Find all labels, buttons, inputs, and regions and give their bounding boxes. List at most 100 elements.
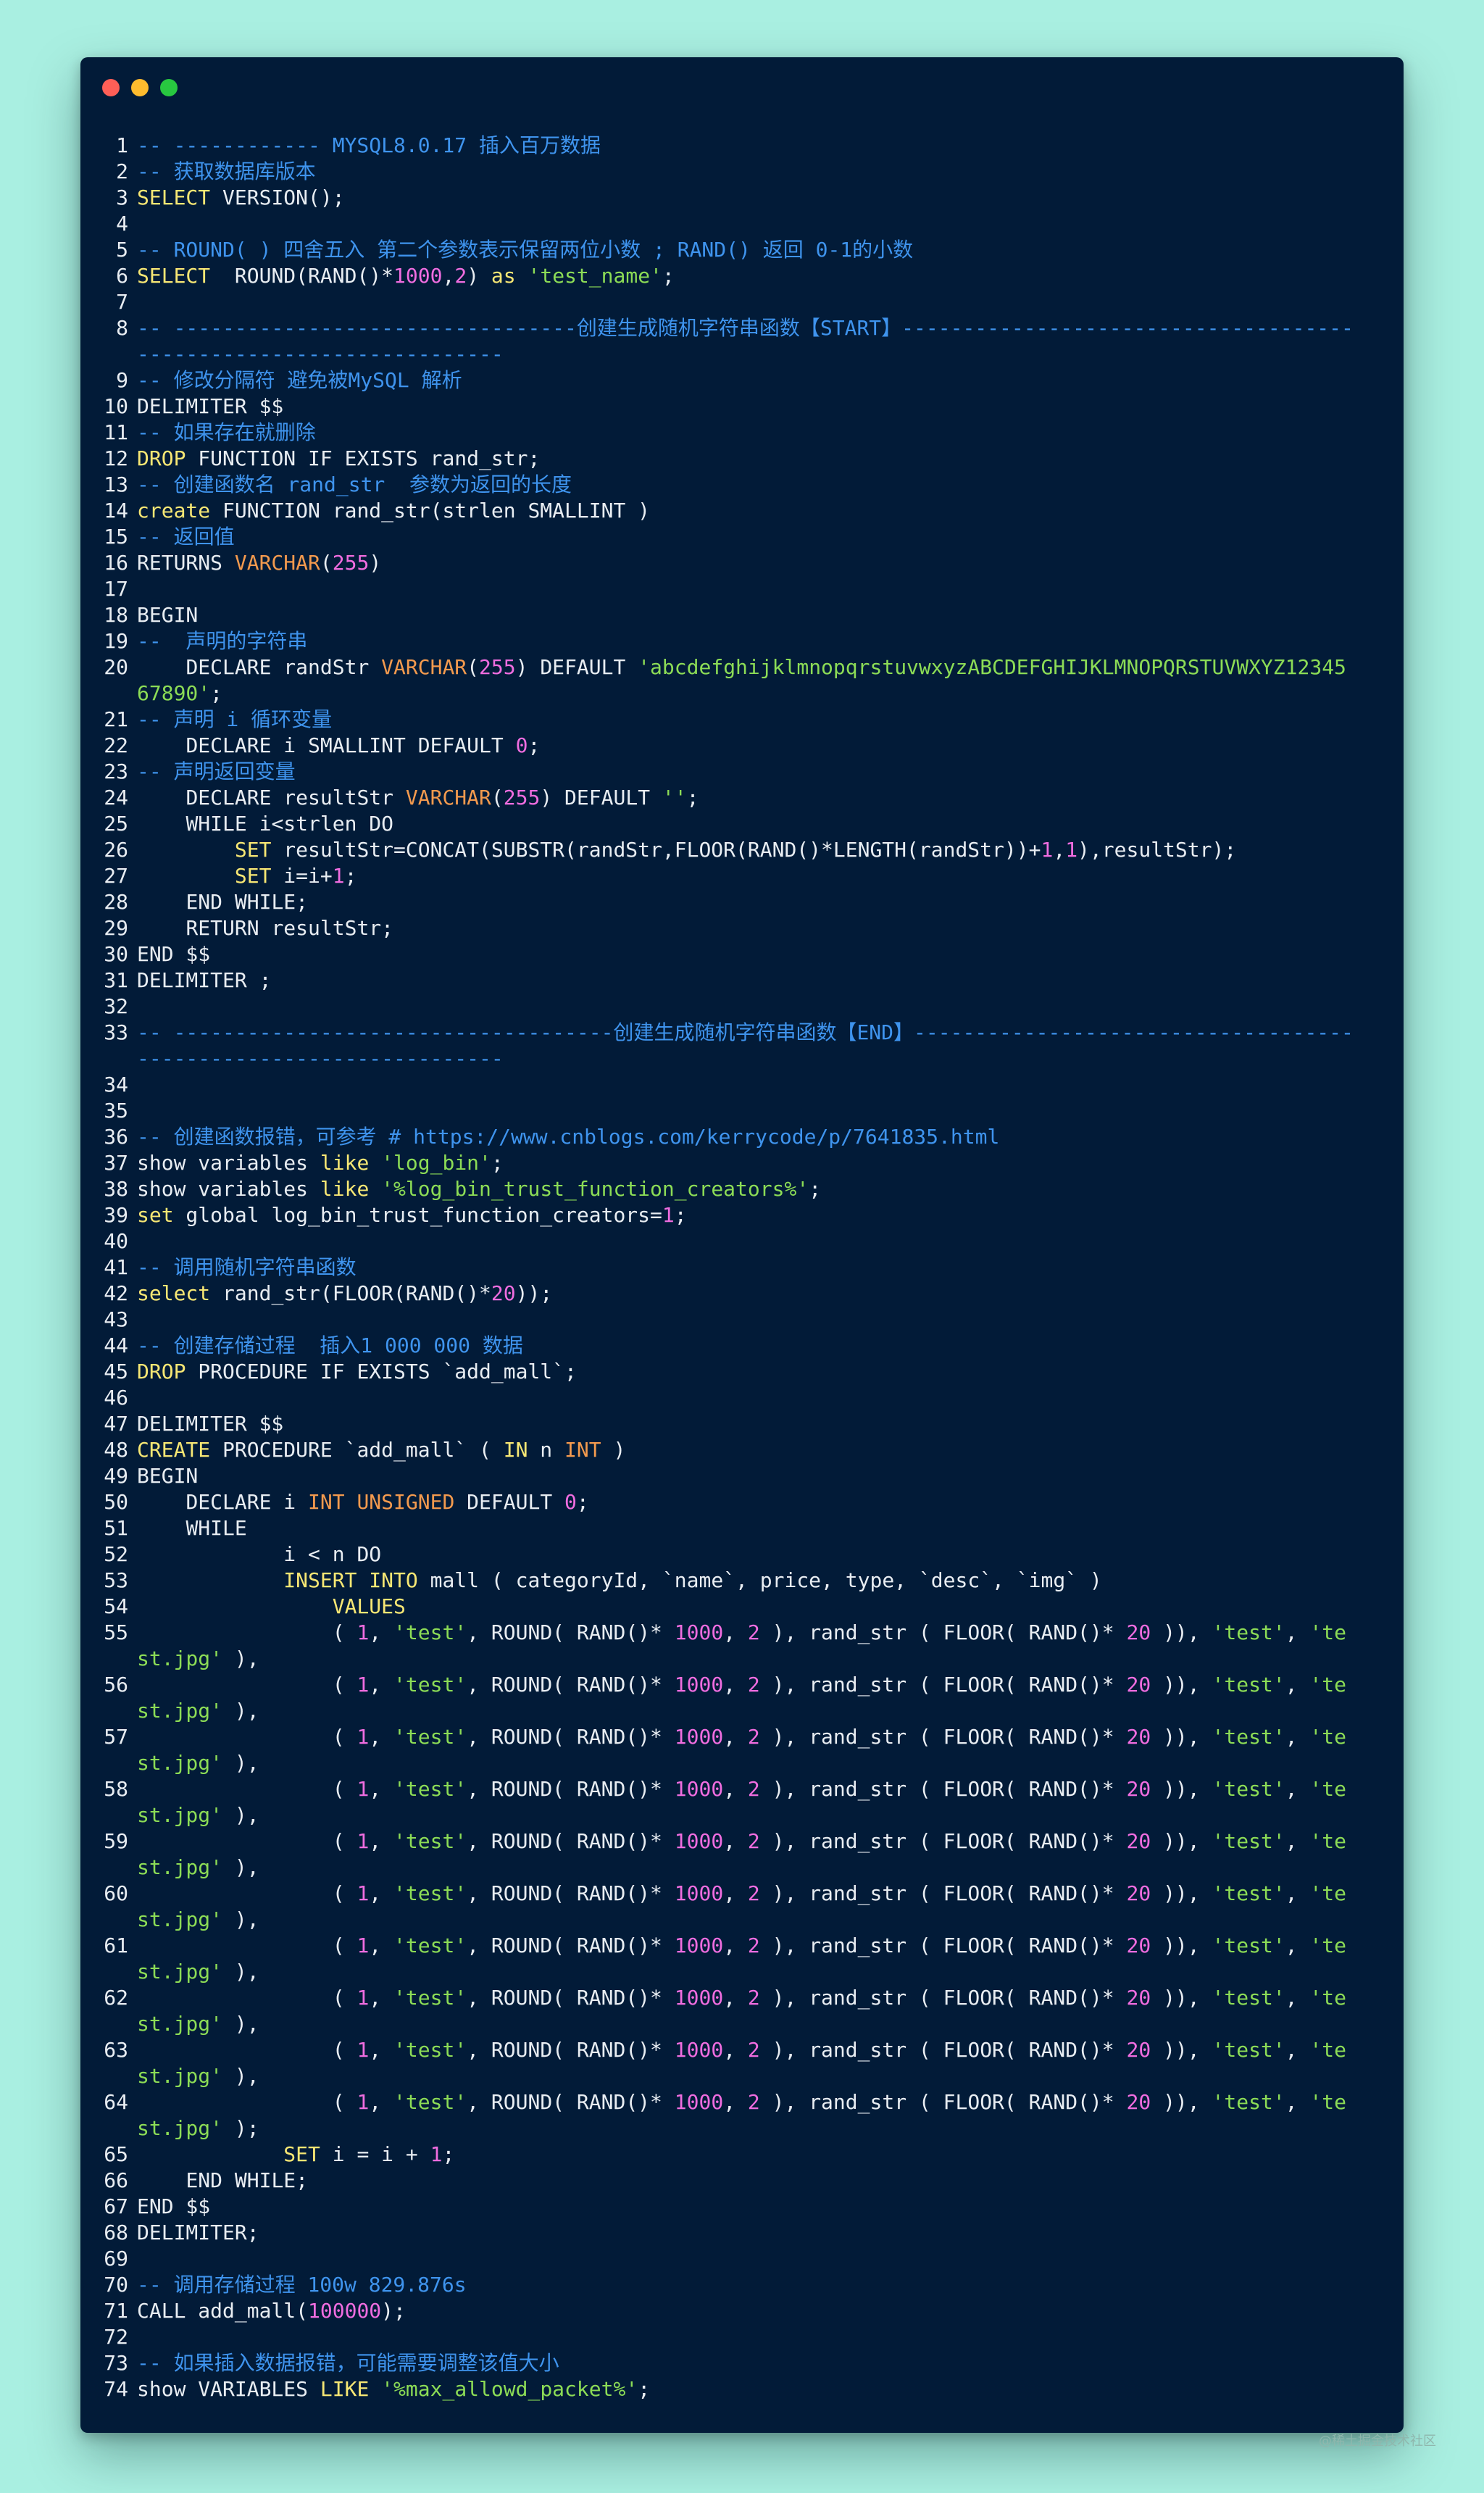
code-token: )), [1151, 1725, 1212, 1749]
line-number: 59 [104, 1829, 128, 1853]
line-number: 54 [104, 1594, 128, 1618]
code-token: ), rand_str ( FLOOR( RAND()* [759, 1725, 1127, 1749]
line-text: CALL add_mall(100000); [137, 2298, 1354, 2324]
line-text: -- ------------ MYSQL8.0.17 插入百万数据 [137, 133, 1354, 159]
line-number: 11 [104, 420, 128, 444]
code-token: ; [638, 2377, 651, 2401]
code-line: 13 -- 创建函数名 rand_str 参数为返回的长度 [80, 472, 1404, 498]
code-line: 60 ( 1, 'test', ROUND( RAND()* 1000, 2 )… [80, 1881, 1404, 1933]
code-line: 72 [80, 2324, 1404, 2350]
line-text: END $$ [137, 941, 1354, 967]
code-token: ( [137, 1829, 357, 1853]
code-token: 2 [747, 2090, 760, 2114]
line-number: 68 [104, 2221, 128, 2244]
code-line: 71 CALL add_mall(100000); [80, 2298, 1404, 2324]
code-line: 39 set global log_bin_trust_function_crea… [80, 1202, 1404, 1228]
line-number: 13 [104, 473, 128, 496]
line-text [137, 289, 1354, 315]
code-line: 46 [80, 1385, 1404, 1411]
code-token: CREATE [137, 1438, 211, 1462]
code-token: -- 调用存储过程 100w 829.876s [137, 2273, 467, 2297]
code-token: ), [222, 1699, 259, 1723]
code-token: global log_bin_trust_function_creators= [173, 1203, 662, 1227]
code-token: 2 [747, 1673, 760, 1697]
code-token: 'test' [393, 1620, 467, 1644]
code-token: 2 [747, 1829, 760, 1853]
code-token: ), rand_str ( FLOOR( RAND()* [759, 1829, 1127, 1853]
code-token: BEGIN [137, 603, 199, 627]
code-token: 20 [1126, 2090, 1151, 2114]
code-token: , [1285, 1934, 1310, 1957]
code-token: mall ( categoryId, `name`, price, type, … [417, 1568, 1102, 1592]
code-token: 'test' [1212, 2038, 1285, 2062]
line-text: DECLARE randStr VARCHAR(255) DEFAULT 'ab… [137, 654, 1354, 707]
code-token: 2 [747, 2038, 760, 2062]
code-token: , [1285, 1673, 1310, 1697]
line-text: -- 如果插入数据报错，可能需要调整该值大小 [137, 2350, 1354, 2376]
code-token: 0 [515, 733, 528, 757]
code-token: SET [283, 2142, 320, 2166]
line-text: BEGIN [137, 1463, 1354, 1489]
code-token: -- 如果存在就删除 [137, 420, 316, 444]
line-number: 56 [104, 1673, 128, 1697]
code-token: 'test' [1212, 1673, 1285, 1697]
code-token: 'test' [1212, 1725, 1285, 1749]
code-token: DROP [137, 446, 186, 470]
minimize-button[interactable] [131, 79, 149, 96]
line-number: 61 [104, 1934, 128, 1957]
code-line: 38 show variables like '%log_bin_trust_fu… [80, 1176, 1404, 1202]
code-token: 20 [1126, 1620, 1151, 1644]
line-number: 46 [104, 1386, 128, 1410]
line-number: 50 [104, 1490, 128, 1514]
code-token: set [137, 1203, 174, 1227]
line-text: DECLARE i SMALLINT DEFAULT 0; [137, 733, 1354, 759]
code-line: 35 [80, 1098, 1404, 1124]
code-line: 50 DECLARE i INT UNSIGNED DEFAULT 0; [80, 1489, 1404, 1515]
code-token: , [723, 1673, 748, 1697]
code-line: 63 ( 1, 'test', ROUND( RAND()* 1000, 2 )… [80, 2037, 1404, 2089]
code-token: WHILE [137, 1516, 247, 1540]
code-token: , [369, 1777, 394, 1801]
code-token: '' [662, 786, 687, 810]
code-line: 59 ( 1, 'test', ROUND( RAND()* 1000, 2 )… [80, 1828, 1404, 1881]
line-number: 70 [104, 2273, 128, 2297]
code-token: 1 [357, 2090, 370, 2114]
code-token: ; [809, 1177, 822, 1201]
line-number: 3 [116, 186, 128, 209]
line-number: 1 [116, 133, 128, 157]
code-line: 66 END WHILE; [80, 2168, 1404, 2194]
line-number: 36 [104, 1125, 128, 1149]
line-text: DELIMITER ; [137, 967, 1354, 994]
code-token: 2 [747, 1986, 760, 2010]
line-text: DECLARE resultStr VARCHAR(255) DEFAULT '… [137, 785, 1354, 811]
line-number: 2 [116, 159, 128, 183]
code-line: 7 [80, 289, 1404, 315]
line-text [137, 1307, 1354, 1333]
code-token: 'test' [1212, 1986, 1285, 2010]
maximize-button[interactable] [160, 79, 178, 96]
line-text: ( 1, 'test', ROUND( RAND()* 1000, 2 ), r… [137, 1776, 1354, 1828]
code-line: 70 -- 调用存储过程 100w 829.876s [80, 2272, 1404, 2298]
code-token: 20 [1126, 1673, 1151, 1697]
code-token: ( [467, 655, 480, 679]
code-token: )), [1151, 1934, 1212, 1957]
code-token: , ROUND( RAND()* [467, 2038, 675, 2062]
line-number: 74 [104, 2377, 128, 2401]
code-token: SELECT [137, 186, 211, 209]
code-line: 74 show VARIABLES LIKE '%max_allowd_packe… [80, 2376, 1404, 2402]
code-token: DECLARE randStr [137, 655, 382, 679]
code-token: )), [1151, 1986, 1212, 2010]
code-line: 16 RETURNS VARCHAR(255) [80, 550, 1404, 576]
code-token: ( [137, 2038, 357, 2062]
code-token: 1000 [674, 1986, 724, 2010]
line-text: ( 1, 'test', ROUND( RAND()* 1000, 2 ), r… [137, 2089, 1354, 2142]
code-token: , ROUND( RAND()* [467, 1934, 675, 1957]
code-token: , [723, 1620, 748, 1644]
line-number: 24 [104, 786, 128, 810]
line-number: 32 [104, 994, 128, 1018]
code-token: 1000 [674, 2038, 724, 2062]
line-number: 40 [104, 1229, 128, 1253]
code-token: 1 [1065, 838, 1078, 862]
close-button[interactable] [102, 79, 120, 96]
